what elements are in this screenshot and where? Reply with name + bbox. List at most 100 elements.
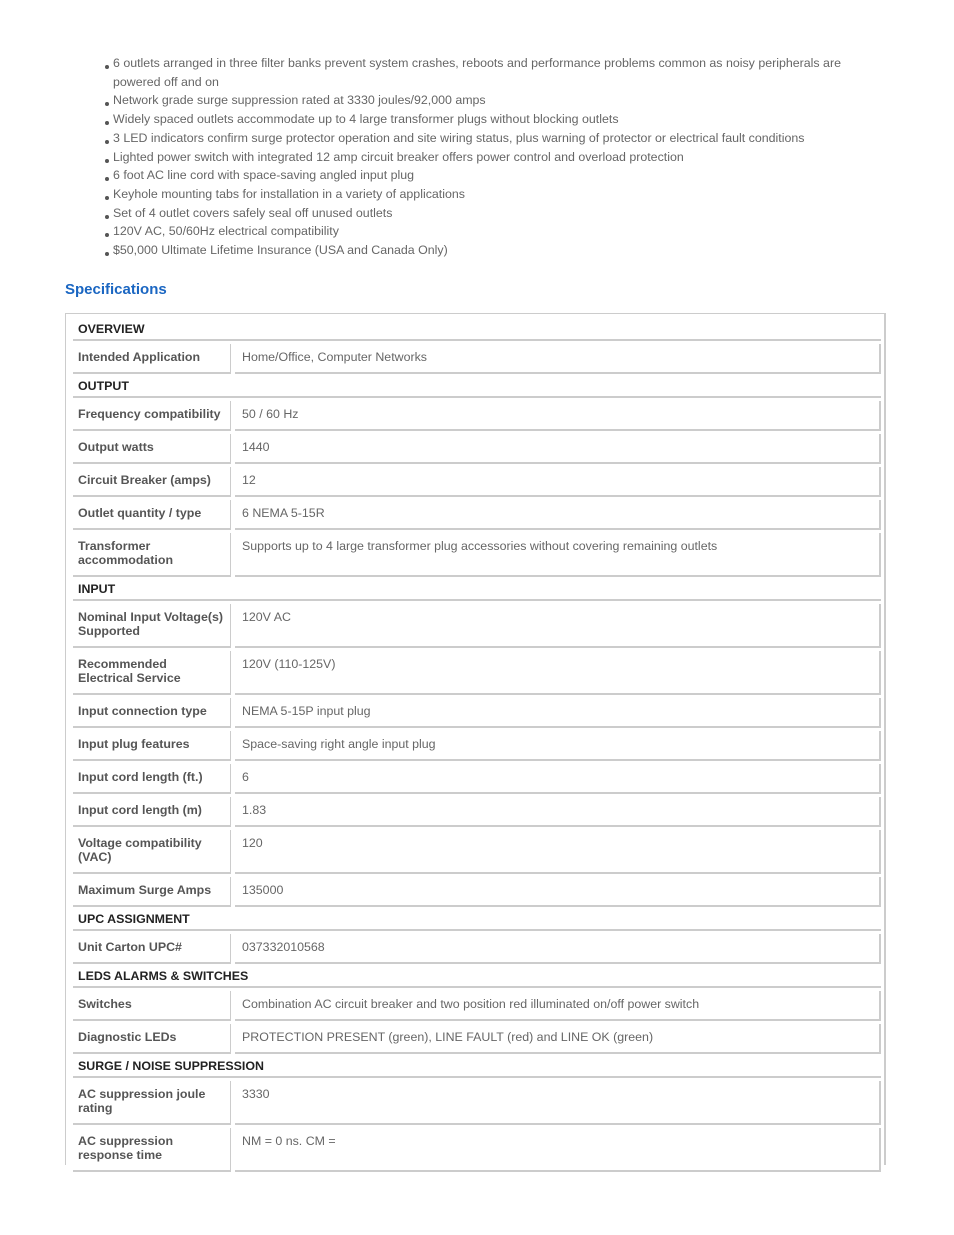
bullet-icon	[105, 177, 109, 182]
spec-label: Diagnostic LEDs	[73, 1024, 231, 1054]
feature-item: 3 LED indicators confirm surge protector…	[100, 129, 860, 148]
spec-value: 120V AC	[235, 604, 881, 648]
spec-label: Input plug features	[73, 731, 231, 761]
spec-row: AC suppression joule rating 3330	[73, 1081, 881, 1125]
spec-label: Outlet quantity / type	[73, 500, 231, 530]
spec-label: AC suppression joule rating	[73, 1081, 231, 1125]
spec-group-title: SURGE / NOISE SUPPRESSION	[73, 1057, 881, 1078]
spec-label: Unit Carton UPC#	[73, 934, 231, 964]
specifications-panel: OVERVIEW Intended Application Home/Office,…	[65, 313, 886, 1172]
spec-row: Diagnostic LEDs PROTECTION PRESENT (green…	[73, 1024, 881, 1054]
bullet-icon	[105, 139, 109, 144]
spec-value: 037332010568	[235, 934, 881, 964]
feature-text: Keyhole mounting tabs for installation i…	[113, 186, 465, 201]
feature-item: Widely spaced outlets accommodate up to …	[100, 110, 860, 129]
spec-row: Input plug features Space-saving right an…	[73, 731, 881, 761]
spec-label: Output watts	[73, 434, 231, 464]
spec-value: 6 NEMA 5-15R	[235, 500, 881, 530]
spec-value: 120V (110-125V)	[235, 651, 881, 695]
bullet-icon	[105, 233, 109, 238]
spec-value: 50 / 60 Hz	[235, 401, 881, 431]
spec-value: Combination AC circuit breaker and two p…	[235, 991, 881, 1021]
spec-value: Space-saving right angle input plug	[235, 731, 881, 761]
spec-value: 135000	[235, 877, 881, 907]
spec-value: NEMA 5-15P input plug	[235, 698, 881, 728]
feature-item: Keyhole mounting tabs for installation i…	[100, 185, 860, 204]
spec-group-header: UPC ASSIGNMENT	[73, 910, 881, 931]
spec-row: Output watts 1440	[73, 434, 881, 464]
specifications-table: OVERVIEW Intended Application Home/Office,…	[73, 317, 881, 1175]
spec-row: Transformer accommodation Supports up to …	[73, 533, 881, 577]
feature-text: Lighted power switch with integrated 12 …	[113, 149, 684, 164]
feature-item: Network grade surge suppression rated at…	[100, 91, 860, 110]
bullet-icon	[105, 214, 109, 219]
feature-item: Set of 4 outlet covers safely seal off u…	[100, 204, 860, 223]
spec-row: Maximum Surge Amps 135000	[73, 877, 881, 907]
feature-item: $50,000 Ultimate Lifetime Insurance (USA…	[100, 241, 860, 260]
spec-row: Intended Application Home/Office, Compute…	[73, 344, 881, 374]
spec-group-title: OUTPUT	[73, 377, 881, 398]
feature-list: 6 outlets arranged in three filter banks…	[100, 54, 860, 260]
spec-row: Input cord length (m) 1.83	[73, 797, 881, 827]
feature-text: 120V AC, 50/60Hz electrical compatibilit…	[113, 224, 339, 239]
spec-label: Voltage compatibility (VAC)	[73, 830, 231, 874]
spec-row: Unit Carton UPC# 037332010568	[73, 934, 881, 964]
spec-group-title: INPUT	[73, 580, 881, 601]
feature-text: Set of 4 outlet covers safely seal off u…	[113, 205, 393, 220]
spec-label: Transformer accommodation	[73, 533, 231, 577]
spec-group-title: UPC ASSIGNMENT	[73, 910, 881, 931]
bullet-icon	[105, 65, 109, 69]
feature-text: Widely spaced outlets accommodate up to …	[113, 112, 619, 127]
feature-text: Network grade surge suppression rated at…	[113, 93, 486, 108]
spec-value: 1440	[235, 434, 881, 464]
spec-value: NM = 0 ns. CM =	[235, 1128, 881, 1172]
spec-value: 120	[235, 830, 881, 874]
spec-value: PROTECTION PRESENT (green), LINE FAULT (…	[235, 1024, 881, 1054]
spec-group-header: OUTPUT	[73, 377, 881, 398]
spec-row: Circuit Breaker (amps) 12	[73, 467, 881, 497]
bullet-icon	[105, 158, 109, 163]
spec-label: Maximum Surge Amps	[73, 877, 231, 907]
spec-row: Frequency compatibility 50 / 60 Hz	[73, 401, 881, 431]
spec-label: Input connection type	[73, 698, 231, 728]
spec-row: Nominal Input Voltage(s) Supported 120V A…	[73, 604, 881, 648]
spec-label: Input cord length (ft.)	[73, 764, 231, 794]
feature-text: $50,000 Ultimate Lifetime Insurance (USA…	[113, 243, 448, 258]
spec-group-title: LEDS ALARMS & SWITCHES	[73, 967, 881, 988]
specifications-heading: Specifications	[65, 281, 167, 298]
spec-row: Outlet quantity / type 6 NEMA 5-15R	[73, 500, 881, 530]
feature-text: 3 LED indicators confirm surge protector…	[113, 130, 805, 145]
spec-label: Recommended Electrical Service	[73, 651, 231, 695]
bullet-icon	[105, 195, 109, 200]
spec-row: Input connection type NEMA 5-15P input pl…	[73, 698, 881, 728]
spec-label: AC suppression response time	[73, 1128, 231, 1172]
spec-value: 1.83	[235, 797, 881, 827]
spec-row: AC suppression response time NM = 0 ns. C…	[73, 1128, 881, 1172]
spec-row: Input cord length (ft.) 6	[73, 764, 881, 794]
spec-group-header: LEDS ALARMS & SWITCHES	[73, 967, 881, 988]
spec-value: Home/Office, Computer Networks	[235, 344, 881, 374]
spec-label: Circuit Breaker (amps)	[73, 467, 231, 497]
spec-value: 12	[235, 467, 881, 497]
feature-item: 6 foot AC line cord with space-saving an…	[100, 166, 860, 185]
spec-row: Voltage compatibility (VAC) 120	[73, 830, 881, 874]
spec-group-header: SURGE / NOISE SUPPRESSION	[73, 1057, 881, 1078]
feature-text: 6 outlets arranged in three filter banks…	[113, 56, 841, 89]
spec-row: Switches Combination AC circuit breaker a…	[73, 991, 881, 1021]
feature-item: Lighted power switch with integrated 12 …	[100, 148, 860, 167]
spec-label: Switches	[73, 991, 231, 1021]
spec-label: Intended Application	[73, 344, 231, 374]
spec-group-title: OVERVIEW	[73, 320, 881, 341]
spec-group-header: OVERVIEW	[73, 320, 881, 341]
bullet-icon	[105, 102, 109, 107]
spec-value: 3330	[235, 1081, 881, 1125]
spec-value: 6	[235, 764, 881, 794]
spec-group-header: INPUT	[73, 580, 881, 601]
feature-item: 6 outlets arranged in three filter banks…	[100, 54, 860, 91]
feature-text: 6 foot AC line cord with space-saving an…	[113, 168, 415, 183]
spec-value: Supports up to 4 large transformer plug …	[235, 533, 881, 577]
bullet-icon	[105, 121, 109, 126]
spec-label: Frequency compatibility	[73, 401, 231, 431]
spec-label: Input cord length (m)	[73, 797, 231, 827]
spec-row: Recommended Electrical Service 120V (110-…	[73, 651, 881, 695]
